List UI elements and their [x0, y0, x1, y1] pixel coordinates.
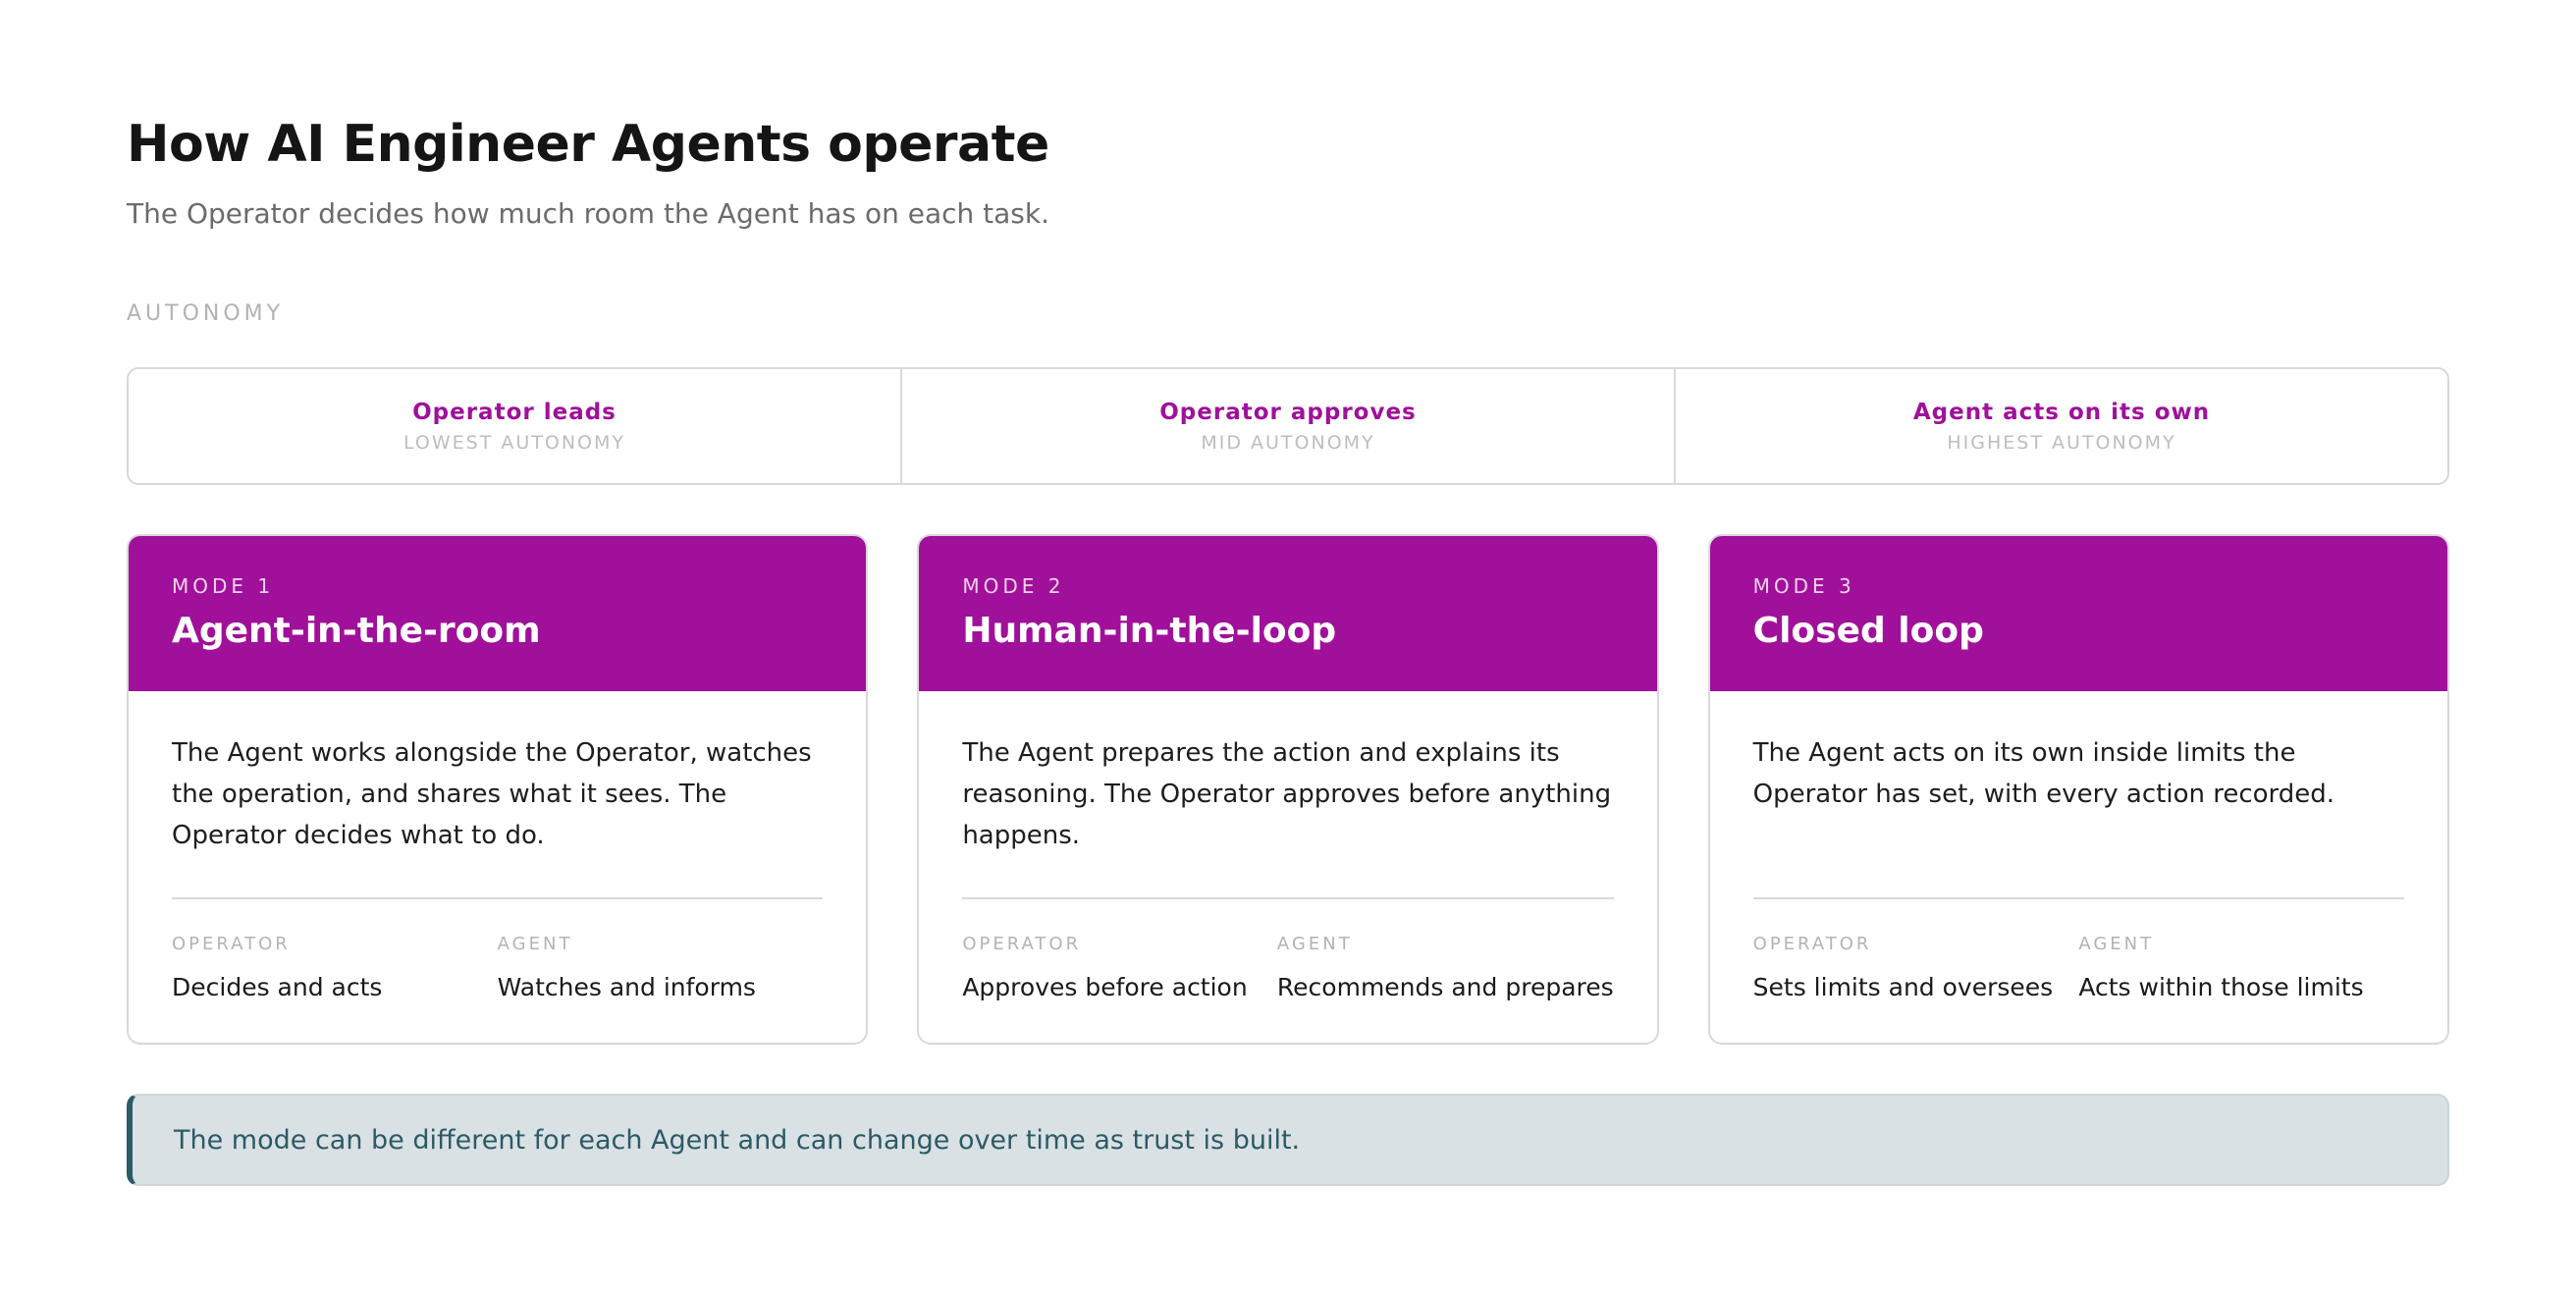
page-title: How AI Engineer Agents operate	[127, 115, 1049, 174]
mode-card-3: MODE 3 Closed loop The Agent acts on its…	[1707, 534, 2449, 1045]
autonomy-level-low: Operator leads LOWEST AUTONOMY	[129, 369, 900, 483]
page-subtitle: The Operator decides how much room the A…	[127, 197, 1050, 230]
agent-role: AGENT Watches and informs	[498, 933, 824, 1003]
autonomy-section-label: AUTONOMY	[127, 301, 285, 326]
divider	[962, 897, 1614, 899]
mode-card-header: MODE 1 Agent-in-the-room	[129, 536, 867, 691]
mode-card-1: MODE 1 Agent-in-the-room The Agent works…	[127, 534, 869, 1045]
divider	[1752, 897, 2404, 899]
mode-roles: OPERATOR Approves before action AGENT Re…	[962, 933, 1613, 1003]
mode-description: The Agent acts on its own inside limits …	[1752, 738, 2335, 809]
autonomy-level-subtitle: LOWEST AUTONOMY	[403, 432, 625, 454]
operator-role-value: Sets limits and oversees	[1752, 973, 2054, 1001]
mode-roles: OPERATOR Sets limits and oversees AGENT …	[1753, 933, 2404, 1003]
operator-role-label: OPERATOR	[172, 934, 291, 954]
mode-card-header: MODE 3 Closed loop	[1709, 536, 2447, 691]
operator-role-label: OPERATOR	[962, 934, 1082, 954]
mode-card-2: MODE 2 Human-in-the-loop The Agent prepa…	[917, 534, 1659, 1045]
autonomy-level-high: Agent acts on its own HIGHEST AUTONOMY	[1674, 369, 2447, 483]
mode-roles: OPERATOR Decides and acts AGENT Watches …	[172, 933, 823, 1003]
mode-label: MODE 3	[1752, 574, 1855, 598]
agent-role-value: Acts within those limits	[2078, 973, 2364, 1001]
mode-card-body: The Agent works alongside the Operator, …	[129, 691, 866, 1043]
mode-description: The Agent prepares the action and explai…	[962, 738, 1612, 850]
agent-role: AGENT Recommends and prepares	[1277, 933, 1614, 1003]
operator-role: OPERATOR Approves before action	[962, 933, 1277, 1003]
mode-label: MODE 2	[962, 574, 1065, 598]
operator-role: OPERATOR Decides and acts	[172, 933, 498, 1003]
mode-description: The Agent works alongside the Operator, …	[172, 738, 812, 850]
mode-cards: MODE 1 Agent-in-the-room The Agent works…	[127, 534, 2449, 1045]
operator-role-value: Decides and acts	[172, 973, 383, 1001]
divider	[172, 897, 824, 899]
agent-role-label: AGENT	[497, 934, 573, 954]
mode-card-body: The Agent prepares the action and explai…	[919, 691, 1656, 1043]
autonomy-level-title: Agent acts on its own	[1912, 400, 2211, 425]
mode-card-header: MODE 2 Human-in-the-loop	[919, 536, 1657, 691]
mode-title: Human-in-the-loop	[962, 611, 1337, 651]
autonomy-level-mid: Operator approves MID AUTONOMY	[900, 369, 1674, 483]
autonomy-level-subtitle: MID AUTONOMY	[1201, 432, 1375, 454]
agent-role-label: AGENT	[1276, 934, 1353, 954]
operator-role-label: OPERATOR	[1752, 934, 1872, 954]
agent-role: AGENT Acts within those limits	[2078, 933, 2404, 1003]
info-note: The mode can be different for each Agent…	[127, 1094, 2449, 1186]
autonomy-scale: Operator leads LOWEST AUTONOMY Operator …	[127, 367, 2449, 485]
page: How AI Engineer Agents operate The Opera…	[0, 0, 2576, 1294]
mode-title: Agent-in-the-room	[172, 611, 541, 651]
operator-role: OPERATOR Sets limits and oversees	[1753, 933, 2079, 1003]
mode-card-body: The Agent acts on its own inside limits …	[1710, 691, 2447, 1043]
autonomy-level-subtitle: HIGHEST AUTONOMY	[1947, 432, 2176, 454]
agent-role-value: Recommends and prepares	[1276, 973, 1614, 1001]
autonomy-level-title: Operator approves	[1159, 400, 1417, 425]
mode-title: Closed loop	[1752, 611, 1984, 651]
mode-label: MODE 1	[172, 574, 275, 598]
operator-role-value: Approves before action	[962, 973, 1248, 1001]
agent-role-label: AGENT	[2078, 934, 2155, 954]
autonomy-level-title: Operator leads	[412, 400, 617, 425]
agent-role-value: Watches and informs	[497, 973, 756, 1001]
